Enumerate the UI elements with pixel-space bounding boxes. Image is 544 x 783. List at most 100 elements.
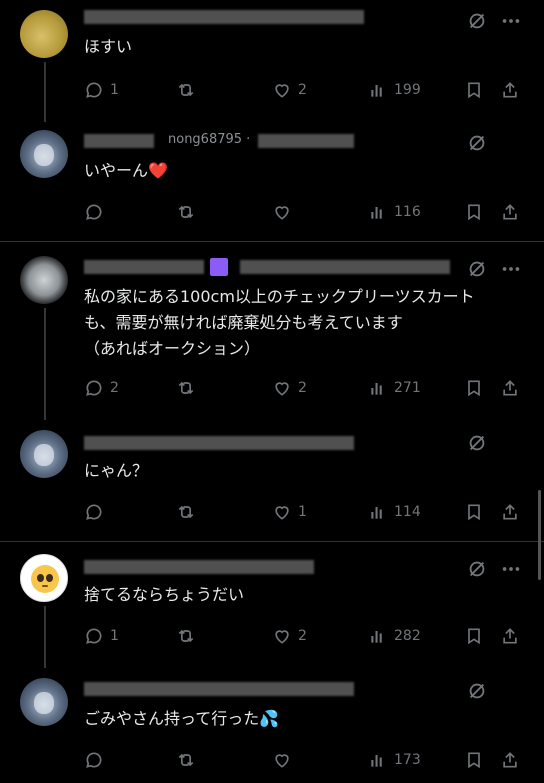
like-button[interactable]: 2	[272, 624, 307, 648]
post[interactable]: 捨てるならちょうだい 1 2 282	[0, 542, 544, 668]
share-icon	[503, 752, 517, 768]
view-count: 282	[394, 628, 421, 644]
repost-button[interactable]	[176, 376, 202, 400]
post-text: ほすい	[84, 37, 133, 56]
reply-icon	[86, 380, 102, 396]
like-button[interactable]: 1	[272, 500, 307, 524]
pleading-face-icon	[31, 565, 59, 593]
grok-icon[interactable]	[466, 432, 488, 454]
view-count: 271	[394, 380, 421, 396]
reply-button[interactable]	[84, 748, 110, 772]
avatar[interactable]	[20, 130, 68, 178]
share-button[interactable]	[500, 200, 520, 224]
sweat-droplets-emoji: 💦	[259, 709, 280, 728]
share-icon	[503, 82, 517, 98]
thread-line	[44, 308, 46, 420]
grok-icon[interactable]	[466, 258, 488, 280]
views-icon	[371, 755, 382, 767]
repost-button[interactable]	[176, 624, 202, 648]
author-name-redacted	[84, 682, 354, 696]
reply-count: 1	[110, 628, 119, 644]
avatar[interactable]	[20, 430, 68, 478]
heart-icon	[275, 506, 289, 520]
views-button[interactable]: 271	[368, 376, 421, 400]
like-count: 2	[298, 628, 307, 644]
bookmark-button[interactable]	[464, 624, 484, 648]
share-button[interactable]	[500, 78, 520, 102]
views-button[interactable]: 173	[368, 748, 421, 772]
post-actions: 1 2 199	[84, 78, 524, 102]
views-button[interactable]: 114	[368, 500, 421, 524]
repost-icon	[178, 83, 194, 97]
more-icon[interactable]	[500, 558, 522, 580]
share-button[interactable]	[500, 624, 520, 648]
views-button[interactable]: 199	[368, 78, 421, 102]
like-count: 1	[298, 504, 307, 520]
like-button[interactable]: 2	[272, 78, 307, 102]
bookmark-icon	[468, 752, 480, 769]
view-count: 199	[394, 82, 421, 98]
post[interactable]: ごみやさん持って行った💦 173	[0, 666, 544, 783]
reply-button[interactable]: 1	[84, 78, 119, 102]
avatar[interactable]	[20, 678, 68, 726]
bookmark-button[interactable]	[464, 748, 484, 772]
views-button[interactable]: 116	[368, 200, 421, 224]
share-icon	[503, 380, 517, 396]
bookmark-icon	[468, 504, 480, 521]
post-text: 捨てるならちょうだい	[84, 585, 245, 604]
share-button[interactable]	[500, 376, 520, 400]
view-count: 114	[394, 504, 421, 520]
repost-button[interactable]	[176, 78, 202, 102]
grok-icon[interactable]	[466, 10, 488, 32]
grok-icon[interactable]	[466, 680, 488, 702]
repost-icon	[178, 205, 194, 219]
avatar[interactable]	[20, 256, 68, 304]
like-button[interactable]	[272, 748, 298, 772]
reply-button[interactable]: 2	[84, 376, 119, 400]
bookmark-icon	[468, 204, 480, 221]
heart-icon	[275, 206, 289, 220]
like-button[interactable]: 2	[272, 376, 307, 400]
eye	[37, 574, 44, 582]
post-text: いやーん❤️	[84, 158, 524, 184]
bookmark-button[interactable]	[464, 376, 484, 400]
grok-icon[interactable]	[466, 558, 488, 580]
share-button[interactable]	[500, 500, 520, 524]
share-button[interactable]	[500, 748, 520, 772]
avatar[interactable]	[20, 10, 68, 58]
author-handle-redacted	[258, 134, 354, 148]
bookmark-button[interactable]	[464, 500, 484, 524]
more-icon[interactable]	[500, 258, 522, 280]
mouth	[42, 585, 48, 587]
avatar[interactable]	[20, 554, 68, 602]
views-button[interactable]: 282	[368, 624, 421, 648]
post[interactable]: ほすい 1 2 199	[0, 0, 544, 122]
bookmark-icon	[468, 628, 480, 645]
repost-button[interactable]	[176, 200, 202, 224]
like-button[interactable]	[272, 200, 298, 224]
reply-icon	[86, 82, 102, 98]
views-icon	[371, 507, 382, 519]
repost-icon	[178, 505, 194, 519]
more-icon[interactable]	[500, 10, 522, 32]
post[interactable]: にゃん？ 1 114	[0, 418, 544, 540]
post-text-content: いやーん	[84, 161, 149, 180]
post[interactable]: nong68795 · いやーん❤️ 116	[0, 120, 544, 240]
like-count: 2	[298, 82, 307, 98]
repost-button[interactable]	[176, 500, 202, 524]
post-text: 私の家にある100cm以上のチェックプリーツスカート も、需要が無ければ廃棄処分…	[84, 287, 475, 358]
thread-line	[44, 62, 46, 122]
reply-icon	[86, 752, 102, 768]
post-actions: 2 2 271	[84, 376, 524, 400]
repost-button[interactable]	[176, 748, 202, 772]
view-count: 116	[394, 204, 421, 220]
reply-button[interactable]: 1	[84, 624, 119, 648]
scrollbar[interactable]	[538, 490, 541, 580]
post[interactable]: 私の家にある100cm以上のチェックプリーツスカート も、需要が無ければ廃棄処分…	[0, 242, 544, 420]
share-icon	[503, 504, 517, 520]
reply-button[interactable]	[84, 200, 110, 224]
bookmark-button[interactable]	[464, 200, 484, 224]
bookmark-button[interactable]	[464, 78, 484, 102]
reply-button[interactable]	[84, 500, 110, 524]
grok-icon[interactable]	[466, 132, 488, 154]
